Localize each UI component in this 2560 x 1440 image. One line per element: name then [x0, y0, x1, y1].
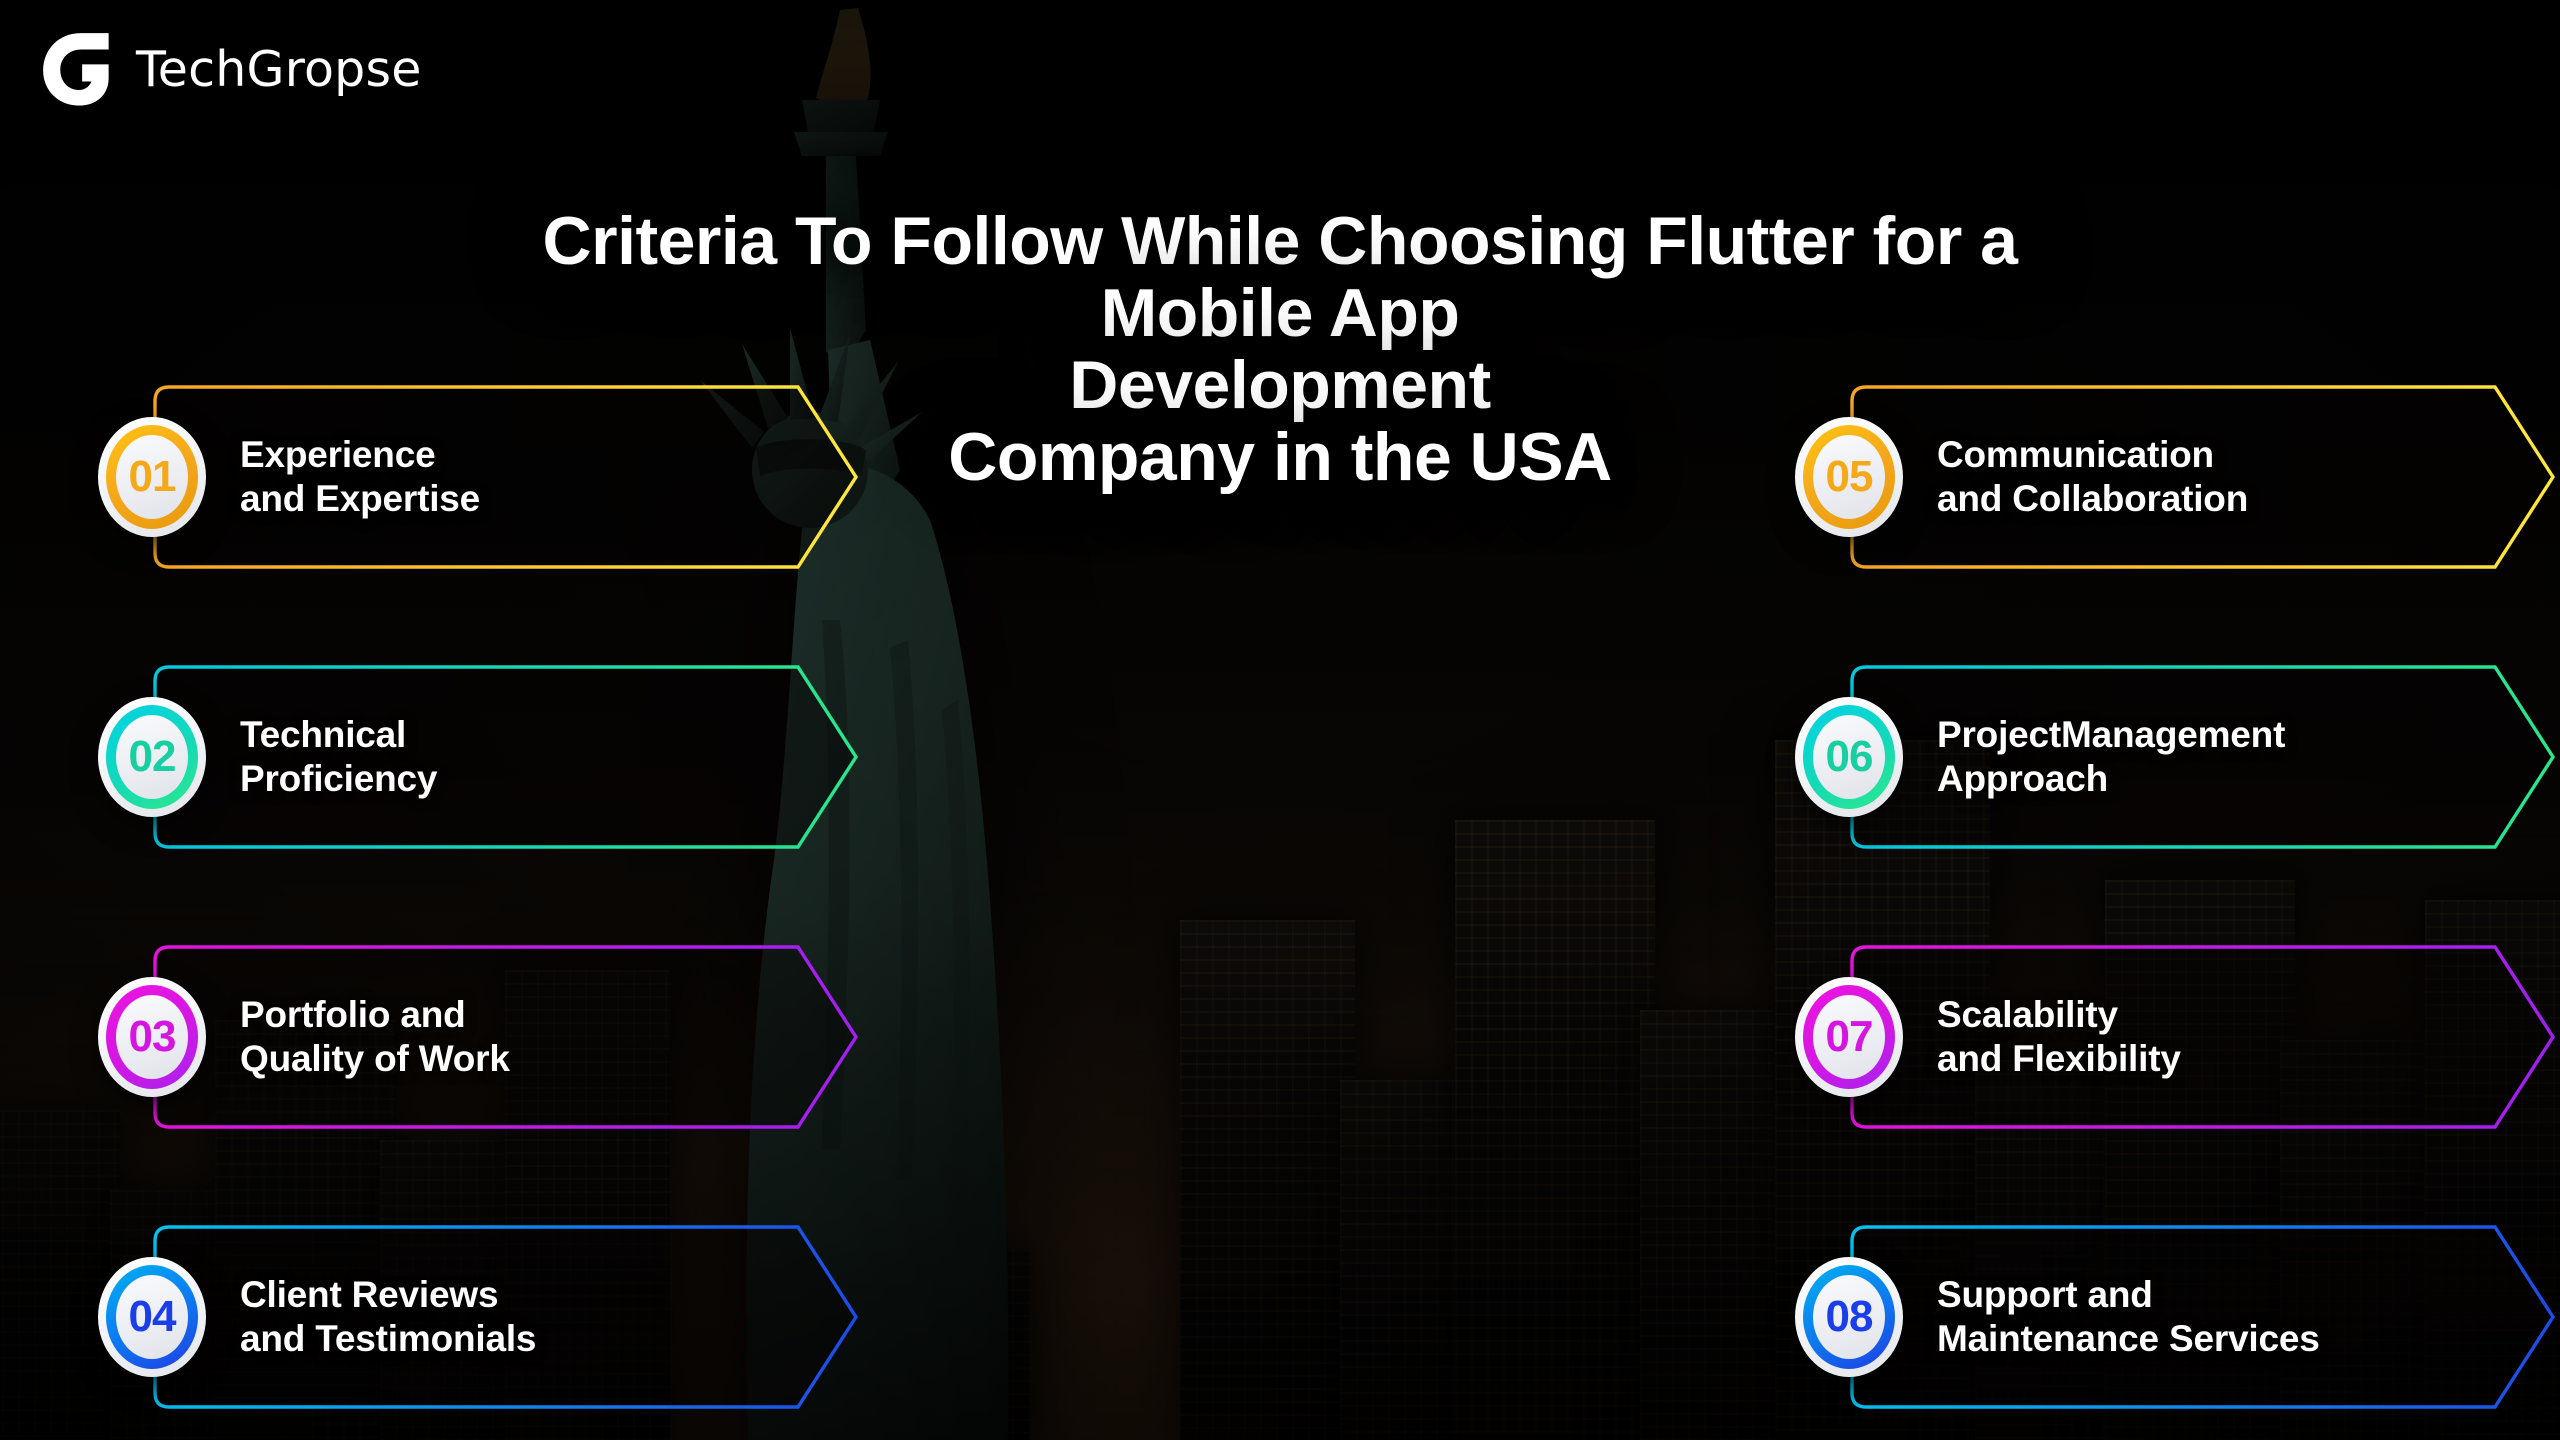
criteria-label-line-1: Scalability	[1937, 994, 2118, 1036]
criteria-number-badge: 07	[1795, 977, 1903, 1097]
criteria-label-line-2: Maintenance Services	[1937, 1318, 2320, 1359]
criteria-card-04[interactable]: 04 Client Reviews and Testimonials	[98, 1225, 859, 1409]
criteria-card-03[interactable]: 03 Portfolio and Quality of Work	[98, 945, 859, 1129]
criteria-number: 04	[128, 1292, 177, 1341]
criteria-label: Client Reviews and Testimonials	[240, 1273, 536, 1360]
criteria-card-06[interactable]: 06 ProjectManagement Approach	[1795, 665, 2556, 849]
criteria-label: Scalability and Flexibility	[1937, 993, 2181, 1080]
criteria-label-line-1: Experience	[240, 434, 436, 476]
criteria-number: 06	[1825, 732, 1874, 781]
criteria-number-badge: 03	[98, 977, 206, 1097]
criteria-label-line-1: Communication	[1937, 434, 2214, 476]
criteria-label-line-2: Approach	[1937, 758, 2109, 799]
criteria-label: ProjectManagement Approach	[1937, 713, 2285, 800]
criteria-column-left: 01 Experience and Expertise 02 Technical Prof…	[98, 385, 859, 1440]
criteria-number: 07	[1825, 1012, 1874, 1061]
criteria-label: Experience and Expertise	[240, 433, 480, 520]
criteria-label: Technical Proficiency	[240, 713, 437, 800]
criteria-label-line-1: Client Reviews	[240, 1274, 499, 1316]
criteria-card-08[interactable]: 08 Support and Maintenance Services	[1795, 1225, 2556, 1409]
criteria-label-line-2: and Testimonials	[240, 1318, 537, 1359]
brand-name: TechGropse	[136, 40, 422, 98]
infographic-canvas: TechGropse Criteria To Follow While Choo…	[0, 0, 2560, 1440]
criteria-number-badge: 04	[98, 1257, 206, 1377]
title-line-4: Company in the USA	[948, 419, 1612, 496]
criteria-label-line-1: Technical	[240, 714, 407, 756]
criteria-label-line-2: Quality of Work	[240, 1038, 510, 1079]
criteria-label-line-2: and Flexibility	[1937, 1038, 2181, 1079]
criteria-card-02[interactable]: 02 Technical Proficiency	[98, 665, 859, 849]
criteria-label-line-1: Portfolio and	[240, 994, 466, 1036]
criteria-card-05[interactable]: 05 Communication and Collaboration	[1795, 385, 2556, 569]
criteria-number-badge: 05	[1795, 417, 1903, 537]
criteria-number-badge: 06	[1795, 697, 1903, 817]
criteria-number: 01	[128, 452, 177, 501]
criteria-label: Communication and Collaboration	[1937, 433, 2248, 520]
criteria-label-line-1: ProjectManagement	[1937, 714, 2286, 756]
criteria-label-line-1: Support and	[1937, 1274, 2153, 1316]
criteria-card-07[interactable]: 07 Scalability and Flexibility	[1795, 945, 2556, 1129]
criteria-label: Portfolio and Quality of Work	[240, 993, 510, 1080]
criteria-label-line-2: and Collaboration	[1937, 478, 2249, 519]
criteria-label-line-2: Proficiency	[240, 758, 438, 799]
brand-logo[interactable]: TechGropse	[40, 30, 422, 108]
criteria-number: 02	[128, 732, 177, 781]
criteria-number-badge: 01	[98, 417, 206, 537]
title-line-3: Development	[1069, 347, 1491, 424]
criteria-number: 08	[1825, 1292, 1874, 1341]
title-line-1: Criteria To Follow While Choosing Flutte…	[542, 203, 2019, 279]
criteria-label: Support and Maintenance Services	[1937, 1273, 2320, 1360]
criteria-number: 05	[1825, 452, 1874, 501]
criteria-column-right: 05 Communication and Collaboration 06 Projec…	[1795, 385, 2556, 1440]
title-line-2: Mobile App	[1100, 275, 1460, 352]
criteria-number-badge: 02	[98, 697, 206, 817]
criteria-card-01[interactable]: 01 Experience and Expertise	[98, 385, 859, 569]
techgropse-g-logo-icon	[43, 33, 109, 106]
criteria-number-badge: 08	[1795, 1257, 1903, 1377]
criteria-label-line-2: and Expertise	[240, 478, 481, 519]
criteria-number: 03	[128, 1012, 177, 1061]
